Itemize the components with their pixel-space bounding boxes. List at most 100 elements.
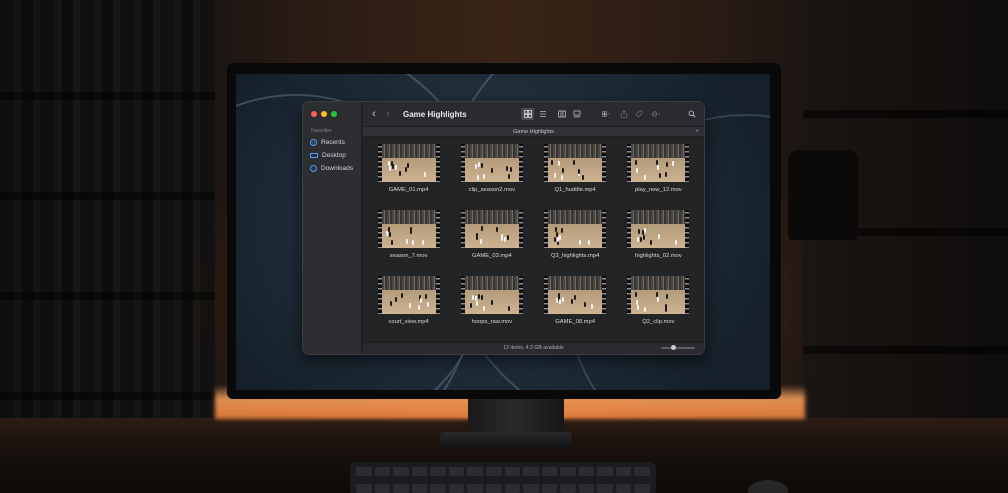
list-view-button[interactable] xyxy=(536,108,549,120)
video-thumbnail xyxy=(377,276,440,314)
keyboard-key xyxy=(523,483,539,493)
keyboard-key xyxy=(560,467,576,476)
icon-size-slider[interactable] xyxy=(661,345,695,350)
file-name: Q2_clip.mov xyxy=(642,319,675,325)
file-item[interactable]: Q2_clip.mov xyxy=(617,276,700,342)
list-icon xyxy=(539,111,546,117)
back-button[interactable]: ‹ xyxy=(367,108,381,120)
sidebar-item-recents[interactable]: ◷ Recents xyxy=(310,137,360,147)
keyboard-key xyxy=(615,483,632,493)
keyboard-key xyxy=(560,483,576,493)
video-thumbnail xyxy=(627,210,690,248)
basketball-court-image xyxy=(381,144,436,182)
keyboard-key xyxy=(430,467,446,476)
maximize-button[interactable] xyxy=(331,111,337,117)
icon-view-button[interactable] xyxy=(521,108,534,120)
keyboard-key xyxy=(430,483,446,493)
basketball-court-image xyxy=(631,144,686,182)
file-grid: GAME_01.mp4 clip_season2.mov Q1_huddle.mp4… xyxy=(363,138,704,344)
keyboard-key xyxy=(356,483,372,493)
toolbar: ‹ › Game Highlights xyxy=(363,102,704,126)
keyboard-key xyxy=(467,467,483,476)
file-item[interactable]: play_new_12.mov xyxy=(617,144,700,210)
file-item[interactable]: Q1_huddle.mp4 xyxy=(534,144,617,210)
keyboard-key xyxy=(467,483,483,493)
file-name: play_new_12.mov xyxy=(635,187,682,193)
columns-icon xyxy=(557,110,566,118)
share-button[interactable] xyxy=(617,108,630,120)
basketball-court-image xyxy=(464,276,519,314)
keyboard-key xyxy=(393,467,409,476)
tab-bar: Game Highlights + xyxy=(363,126,704,137)
view-switcher xyxy=(521,108,549,120)
file-name: clip_season2.mov xyxy=(468,187,516,193)
video-thumbnail xyxy=(377,144,440,182)
sidebar-item-label: Downloads xyxy=(321,164,354,172)
keyboard-key xyxy=(374,467,391,476)
basketball-court-image xyxy=(464,144,519,182)
file-item[interactable]: season_7.mov xyxy=(367,210,450,276)
file-item[interactable]: GAME_08.mp4 xyxy=(534,276,617,342)
keyboard-key xyxy=(411,483,428,493)
sidebar-item-label: Desktop xyxy=(322,151,346,159)
add-tab-button[interactable]: + xyxy=(693,128,701,136)
close-button[interactable] xyxy=(311,111,317,117)
file-item[interactable]: court_view.mp4 xyxy=(367,276,450,342)
video-thumbnail xyxy=(377,210,440,248)
status-bar: 12 items, 4.3 GB available xyxy=(363,342,704,354)
sidebar-item-downloads[interactable]: ↓ Downloads xyxy=(310,163,360,173)
file-name: court_view.mp4 xyxy=(388,319,429,325)
gallery-view-button[interactable] xyxy=(570,108,583,120)
video-thumbnail xyxy=(460,210,523,248)
keyboard-key xyxy=(578,467,595,476)
basketball-court-image xyxy=(548,210,603,248)
keyboard-key xyxy=(504,483,521,493)
keyboard-key xyxy=(523,467,539,476)
column-view-button[interactable] xyxy=(555,108,568,120)
file-item[interactable]: GAME_01.mp4 xyxy=(367,144,450,210)
bookshelf-left xyxy=(0,0,215,420)
more-actions-button[interactable] xyxy=(647,108,665,120)
file-name: GAME_01.mp4 xyxy=(388,187,429,193)
downloads-icon: ↓ xyxy=(310,164,317,172)
desktop-icon xyxy=(310,152,318,158)
sidebar-item-label: Recents xyxy=(321,138,345,146)
file-item[interactable]: clip_season2.mov xyxy=(450,144,533,210)
group-menu xyxy=(597,108,665,120)
file-name: hoops_raw.mov xyxy=(471,319,513,325)
video-thumbnail xyxy=(460,276,523,314)
tab-game-highlights[interactable]: Game Highlights xyxy=(513,129,554,135)
file-item[interactable]: Q3_highlights.mp4 xyxy=(534,210,617,276)
group-button[interactable] xyxy=(597,108,615,120)
keyboard-key xyxy=(411,467,428,476)
keyboard-key xyxy=(393,483,409,493)
minimize-button[interactable] xyxy=(321,111,327,117)
keyboard xyxy=(350,462,656,493)
slider-knob[interactable] xyxy=(671,345,677,350)
video-thumbnail xyxy=(627,144,690,182)
keyboard-key xyxy=(615,467,632,476)
file-item[interactable]: GAME_03.mp4 xyxy=(450,210,533,276)
basketball-court-image xyxy=(381,276,436,314)
forward-button[interactable]: › xyxy=(381,108,395,120)
video-thumbnail xyxy=(627,276,690,314)
keyboard-key xyxy=(485,467,502,476)
plant-silhouette xyxy=(788,150,858,240)
sidebar-item-desktop[interactable]: Desktop xyxy=(310,150,360,160)
file-item[interactable]: hoops_raw.mov xyxy=(450,276,533,342)
file-name: GAME_03.mp4 xyxy=(472,253,512,259)
keyboard-key xyxy=(597,483,613,493)
file-item[interactable]: highlights_02.mov xyxy=(617,210,700,276)
sidebar-heading: Favorites xyxy=(311,128,332,134)
basketball-court-image xyxy=(548,144,603,182)
gallery-icon xyxy=(573,110,580,118)
group-icon xyxy=(602,111,610,117)
share-icon xyxy=(620,110,627,118)
search-button[interactable] xyxy=(685,108,698,120)
keyboard-key xyxy=(374,483,391,493)
basketball-court-image xyxy=(548,276,603,314)
tag-button[interactable] xyxy=(632,108,645,120)
search-icon xyxy=(688,110,696,118)
keyboard-key xyxy=(541,467,558,476)
keyboard-key xyxy=(356,467,372,476)
